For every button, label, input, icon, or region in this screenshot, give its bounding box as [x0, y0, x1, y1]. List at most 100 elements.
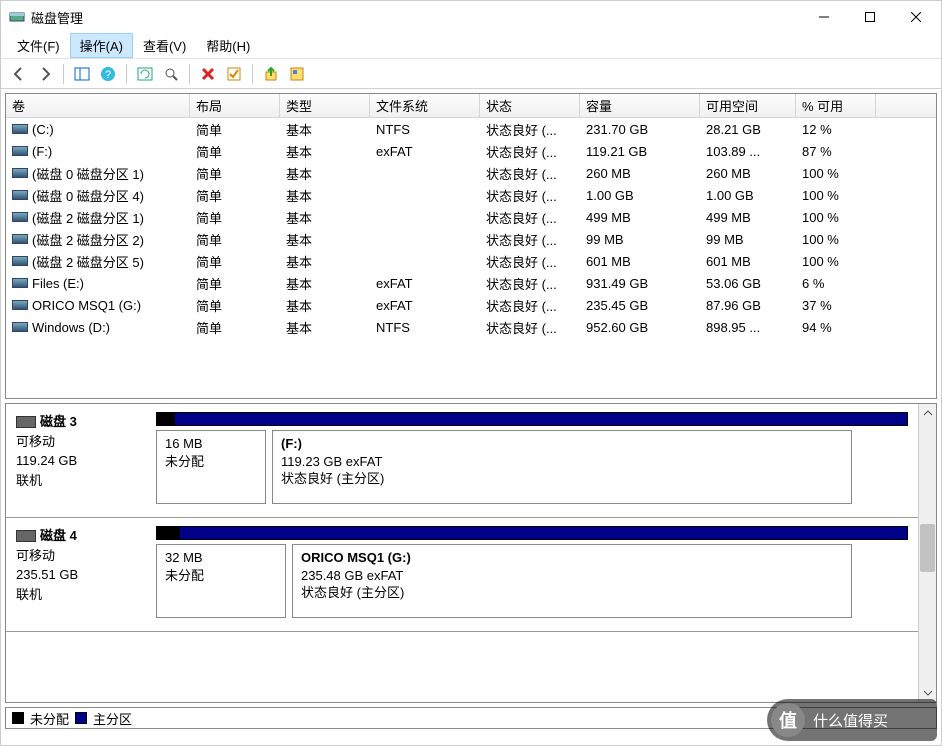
volume-row[interactable]: (磁盘 2 磁盘分区 5)简单基本状态良好 (...601 MB601 MB10…: [6, 250, 936, 272]
disk-state: 联机: [16, 585, 138, 605]
cell-pct: 100 %: [796, 254, 876, 269]
col-volume[interactable]: 卷: [6, 94, 190, 117]
maximize-button[interactable]: [847, 2, 893, 32]
watermark-icon: 值: [771, 703, 805, 737]
partition-status: 未分配: [165, 453, 257, 471]
scroll-up-button[interactable]: [919, 404, 936, 422]
strip-segment: [157, 413, 175, 425]
refresh-button[interactable]: [133, 62, 157, 86]
cell-volume: ORICO MSQ1 (G:): [6, 298, 190, 313]
cell-type: 基本: [280, 120, 370, 139]
volume-row[interactable]: (磁盘 0 磁盘分区 1)简单基本状态良好 (...260 MB260 MB10…: [6, 162, 936, 184]
toolbar-sep: [252, 64, 253, 84]
partition-box[interactable]: 32 MB未分配: [156, 544, 286, 618]
show-hide-tree-button[interactable]: [70, 62, 94, 86]
volume-icon: [12, 256, 28, 266]
vertical-scrollbar[interactable]: [918, 404, 936, 702]
col-layout[interactable]: 布局: [190, 94, 280, 117]
close-button[interactable]: [893, 2, 939, 32]
back-button[interactable]: [7, 62, 31, 86]
volume-row[interactable]: (磁盘 2 磁盘分区 1)简单基本状态良好 (...499 MB499 MB10…: [6, 206, 936, 228]
disk-name: 磁盘 4: [16, 526, 138, 546]
col-status[interactable]: 状态: [480, 94, 580, 117]
cell-fs: NTFS: [370, 320, 480, 335]
disk-icon: [16, 530, 36, 542]
cell-layout: 简单: [190, 164, 280, 183]
cell-pct: 100 %: [796, 166, 876, 181]
cell-pct: 37 %: [796, 298, 876, 313]
volume-row[interactable]: (C:)简单基本NTFS状态良好 (...231.70 GB28.21 GB12…: [6, 118, 936, 140]
volume-icon: [12, 278, 28, 288]
export-button[interactable]: [259, 62, 283, 86]
cell-free: 499 MB: [700, 210, 796, 225]
cell-capacity: 1.00 GB: [580, 188, 700, 203]
cell-capacity: 231.70 GB: [580, 122, 700, 137]
cell-capacity: 931.49 GB: [580, 276, 700, 291]
disk-row[interactable]: 磁盘 4可移动235.51 GB联机32 MB未分配ORICO MSQ1 (G:…: [6, 518, 918, 632]
cell-status: 状态良好 (...: [480, 208, 580, 227]
volume-row[interactable]: Files (E:)简单基本exFAT状态良好 (...931.49 GB53.…: [6, 272, 936, 294]
menu-view[interactable]: 查看(V): [133, 33, 196, 58]
volume-row[interactable]: ORICO MSQ1 (G:)简单基本exFAT状态良好 (...235.45 …: [6, 294, 936, 316]
minimize-button[interactable]: [801, 2, 847, 32]
cell-layout: 简单: [190, 252, 280, 271]
cell-type: 基本: [280, 186, 370, 205]
checklist-button[interactable]: [222, 62, 246, 86]
partition-size: 235.48 GB exFAT: [301, 567, 843, 585]
graph-boxes: 32 MB未分配ORICO MSQ1 (G:)235.48 GB exFAT状态…: [156, 544, 908, 618]
cell-volume: Files (E:): [6, 276, 190, 291]
partition-size: 16 MB: [165, 435, 257, 453]
menu-action[interactable]: 操作(A): [70, 33, 133, 58]
cell-layout: 简单: [190, 208, 280, 227]
partition-box[interactable]: (F:)119.23 GB exFAT状态良好 (主分区): [272, 430, 852, 504]
svg-text:?: ?: [105, 69, 111, 81]
disk-list[interactable]: 磁盘 3可移动119.24 GB联机16 MB未分配(F:)119.23 GB …: [6, 404, 918, 702]
disk-info: 磁盘 4可移动235.51 GB联机: [6, 518, 148, 631]
disk-row[interactable]: 磁盘 3可移动119.24 GB联机16 MB未分配(F:)119.23 GB …: [6, 404, 918, 518]
strip-segment: [157, 527, 180, 539]
forward-button[interactable]: [33, 62, 57, 86]
col-free[interactable]: 可用空间: [700, 94, 796, 117]
cell-pct: 100 %: [796, 210, 876, 225]
volume-table-body[interactable]: (C:)简单基本NTFS状态良好 (...231.70 GB28.21 GB12…: [6, 118, 936, 398]
cell-volume: (磁盘 0 磁盘分区 4): [6, 186, 190, 205]
col-filesystem[interactable]: 文件系统: [370, 94, 480, 117]
volume-row[interactable]: Windows (D:)简单基本NTFS状态良好 (...952.60 GB89…: [6, 316, 936, 338]
cell-fs: NTFS: [370, 122, 480, 137]
app-icon: [9, 9, 25, 25]
menu-file[interactable]: 文件(F): [7, 33, 70, 58]
partition-status: 状态良好 (主分区): [301, 584, 843, 602]
legend-swatch-primary: [75, 712, 87, 724]
volume-row[interactable]: (F:)简单基本exFAT状态良好 (...119.21 GB103.89 ..…: [6, 140, 936, 162]
toolbar-sep: [189, 64, 190, 84]
disk-icon: [16, 416, 36, 428]
cell-capacity: 260 MB: [580, 166, 700, 181]
delete-button[interactable]: [196, 62, 220, 86]
partition-status: 状态良好 (主分区): [281, 470, 843, 488]
volume-row[interactable]: (磁盘 2 磁盘分区 2)简单基本状态良好 (...99 MB99 MB100 …: [6, 228, 936, 250]
col-pctfree[interactable]: % 可用: [796, 94, 876, 117]
help-button[interactable]: ?: [96, 62, 120, 86]
partition-box[interactable]: 16 MB未分配: [156, 430, 266, 504]
cell-volume: Windows (D:): [6, 320, 190, 335]
rescan-button[interactable]: [159, 62, 183, 86]
menubar: 文件(F) 操作(A) 查看(V) 帮助(H): [1, 33, 941, 59]
scroll-thumb[interactable]: [920, 524, 935, 572]
col-type[interactable]: 类型: [280, 94, 370, 117]
disk-name: 磁盘 3: [16, 412, 138, 432]
legend-label-unalloc: 未分配: [30, 709, 69, 728]
cell-pct: 87 %: [796, 144, 876, 159]
partition-box[interactable]: ORICO MSQ1 (G:)235.48 GB exFAT状态良好 (主分区): [292, 544, 852, 618]
watermark: 值 什么值得买: [767, 699, 937, 741]
cell-free: 28.21 GB: [700, 122, 796, 137]
volume-row[interactable]: (磁盘 0 磁盘分区 4)简单基本状态良好 (...1.00 GB1.00 GB…: [6, 184, 936, 206]
volume-icon: [12, 234, 28, 244]
cell-capacity: 119.21 GB: [580, 144, 700, 159]
col-capacity[interactable]: 容量: [580, 94, 700, 117]
cell-free: 601 MB: [700, 254, 796, 269]
cell-volume: (磁盘 2 磁盘分区 5): [6, 252, 190, 271]
volume-icon: [12, 322, 28, 332]
properties-button[interactable]: [285, 62, 309, 86]
menu-help[interactable]: 帮助(H): [196, 33, 260, 58]
disk-graph: 32 MB未分配ORICO MSQ1 (G:)235.48 GB exFAT状态…: [148, 518, 918, 631]
